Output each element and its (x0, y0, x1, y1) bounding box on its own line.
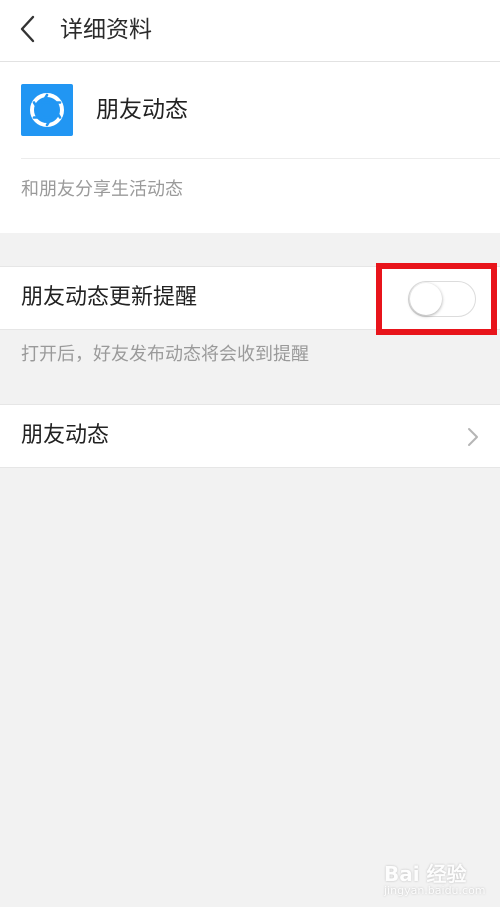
app-name: 朋友动态 (96, 97, 188, 123)
baidu-jingyan-watermark: Bai 经验 jingyan.baidu.com (384, 852, 494, 898)
chevron-right-icon (468, 428, 478, 446)
page-title: 详细资料 (60, 17, 152, 43)
app-description: 和朋友分享生活动态 (21, 179, 183, 200)
watermark-url: jingyan.baidu.com (384, 884, 486, 897)
highlight-annotation-box (376, 263, 497, 335)
chevron-left-icon[interactable] (14, 14, 44, 44)
app-info-card: 朋友动态 和朋友分享生活动态 (0, 62, 500, 233)
top-nav-bar: 详细资料 (0, 0, 500, 62)
moments-link-row[interactable]: 朋友动态 (0, 404, 500, 468)
watermark-text: Bai 经验 (384, 862, 467, 886)
moments-link-label: 朋友动态 (21, 423, 110, 448)
update-reminder-label: 朋友动态更新提醒 (21, 285, 198, 310)
divider (21, 158, 500, 159)
camera-aperture-icon (21, 84, 73, 136)
update-reminder-hint: 打开后，好友发布动态将会收到提醒 (21, 344, 309, 365)
